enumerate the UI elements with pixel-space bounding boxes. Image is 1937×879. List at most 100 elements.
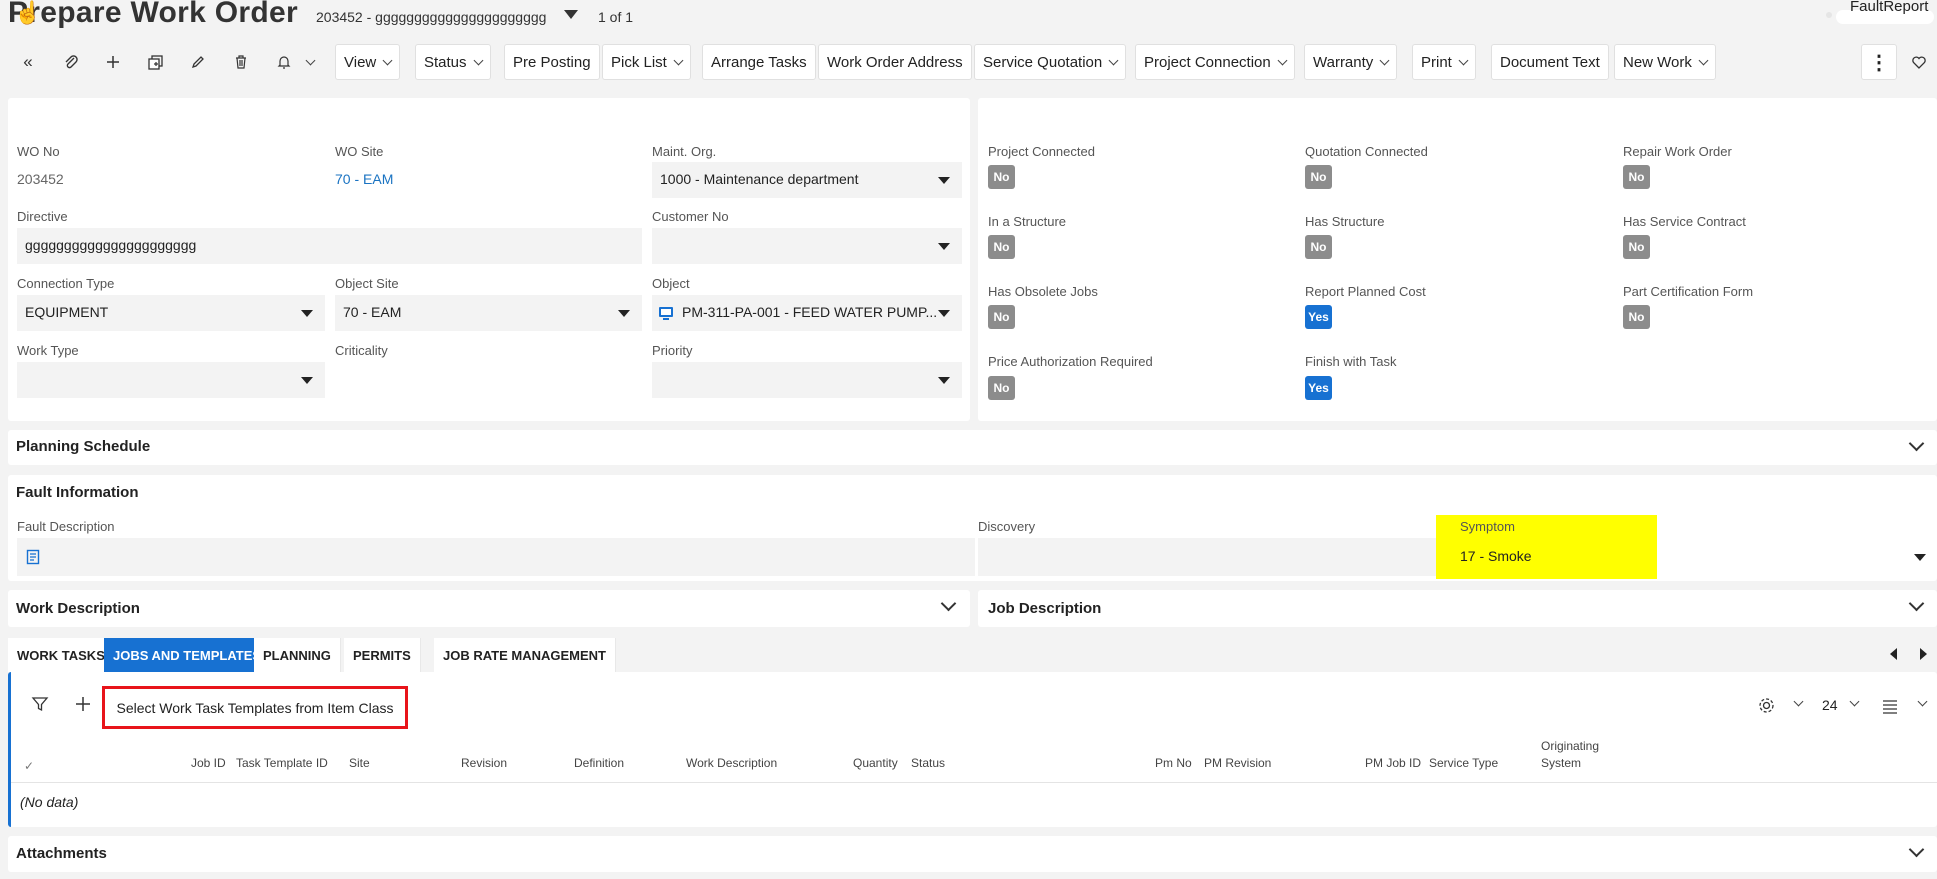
fault-report-label[interactable]: FaultReport [1850,0,1928,15]
page-title: Prepare Work Order [8,0,298,29]
work-order-address-button[interactable]: Work Order Address [818,44,972,80]
tab-permits[interactable]: PERMITS [344,638,421,672]
chevron-down-icon [1458,55,1469,65]
chevron-down-icon [1379,55,1390,65]
column-header-system[interactable]: System [1541,756,1581,770]
new-work-button[interactable]: New Work [1614,44,1716,80]
work-description-section[interactable]: Work Description [8,590,970,627]
select-all-check-icon[interactable]: ✓ [24,759,34,773]
chevron-down-icon[interactable] [1908,595,1925,612]
flag-label: Project Connected [988,144,1095,159]
object-site-field[interactable]: 70 - EAM [335,295,642,331]
fault-description-field[interactable] [17,538,975,576]
job-description-section[interactable]: Job Description [978,590,1937,627]
warranty-button[interactable]: Warranty [1304,44,1398,80]
column-header-quantity[interactable]: Quantity [853,756,898,770]
column-header-status[interactable]: Status [911,756,945,770]
favorite-heart-icon[interactable] [1907,50,1931,74]
wo-no-value: 203452 [17,171,64,187]
column-header-originating[interactable]: Originating [1541,739,1599,753]
service-quotation-button-label: Service Quotation [983,53,1103,71]
column-header-service-type[interactable]: Service Type [1429,756,1498,770]
directive-label: Directive [17,209,68,224]
page-size-value[interactable]: 24 [1822,697,1838,713]
select-work-task-templates-label: Select Work Task Templates from Item Cla… [116,699,394,716]
gear-dropdown-chevron-icon[interactable] [1793,696,1804,707]
chevron-down-icon[interactable] [940,595,957,612]
filter-icon[interactable] [31,695,49,713]
print-button[interactable]: Print [1412,44,1476,80]
edit-icon[interactable] [186,50,210,74]
column-header-pm-revision[interactable]: PM Revision [1204,756,1271,770]
has-obsolete-jobs-badge: No [988,305,1015,329]
document-text-button[interactable]: Document Text [1491,44,1609,80]
priority-field[interactable] [652,362,962,398]
job-description-title: Job Description [988,600,1102,617]
delete-icon[interactable] [229,50,253,74]
document-icon[interactable] [26,549,40,565]
customer-no-label: Customer No [652,209,729,224]
tab-planning[interactable]: PLANNING [254,638,341,672]
collapse-icon[interactable]: « [16,50,40,74]
column-header-revision[interactable]: Revision [461,756,507,770]
chevron-down-icon [1698,55,1709,65]
add-icon[interactable] [101,50,125,74]
view-button-label: View [344,53,377,71]
column-header-work-description[interactable]: Work Description [686,756,777,770]
tab-work-tasks[interactable]: WORK TASKS [8,638,115,672]
status-button[interactable]: Status [415,44,491,80]
select-work-task-templates-button[interactable]: Select Work Task Templates from Item Cla… [102,686,408,729]
maint-org-field[interactable]: 1000 - Maintenance department [652,162,962,198]
add-icon[interactable] [75,696,91,712]
work-type-field[interactable] [17,362,325,398]
attachments-section[interactable]: Attachments [8,836,1937,872]
tab-job-rate-management[interactable]: JOB RATE MANAGEMENT [434,638,616,672]
record-dropdown-caret-icon[interactable] [564,10,578,19]
flag-label: Has Service Contract [1623,214,1746,229]
tab-scroll-left-icon[interactable] [1890,648,1897,660]
bell-dropdown-chevron-icon[interactable] [298,50,322,74]
project-connected-badge: No [988,165,1015,189]
chevron-down-icon [382,55,393,65]
column-header-task-template-id[interactable]: Task Template ID [236,756,328,770]
chevron-down-icon[interactable] [1908,435,1925,452]
column-header-definition[interactable]: Definition [574,756,624,770]
chevron-down-icon[interactable] [1908,841,1925,858]
planning-schedule-section[interactable]: Planning Schedule [8,430,1937,465]
finish-with-task-badge: Yes [1305,376,1332,400]
attachment-icon[interactable] [59,50,83,74]
project-connection-button-label: Project Connection [1144,53,1271,71]
customer-no-field[interactable] [652,228,962,264]
gear-icon[interactable] [1758,697,1775,714]
command-toolbar: « View Status Pre Posting Pick List Arra… [0,44,1937,80]
duplicate-icon[interactable] [143,50,167,74]
column-header-site[interactable]: Site [349,756,370,770]
tab-scroll-right-icon[interactable] [1920,648,1927,660]
dropdown-caret-icon [301,310,313,317]
connection-type-field[interactable]: EQUIPMENT [17,295,325,331]
column-header-pm-no[interactable]: Pm No [1155,756,1192,770]
service-quotation-button[interactable]: Service Quotation [974,44,1127,80]
pick-list-button[interactable]: Pick List [602,44,691,80]
discovery-field[interactable] [978,538,1452,576]
pre-posting-button[interactable]: Pre Posting [504,44,600,80]
wo-site-link[interactable]: 70 - EAM [335,171,393,187]
column-header-pm-job-id[interactable]: PM Job ID [1365,756,1421,770]
page-size-chevron-icon[interactable] [1849,696,1860,707]
column-header-job-id[interactable]: Job ID [191,756,226,770]
record-selector[interactable]: 203452 - gggggggggggggggggggggg [316,9,546,25]
symptom-field[interactable]: 17 - Smoke [1460,538,1932,576]
list-view-chevron-icon[interactable] [1917,696,1928,707]
dropdown-caret-icon [618,310,630,317]
object-value: PM-311-PA-001 - FEED WATER PUMP... [682,304,938,320]
view-button[interactable]: View [335,44,401,80]
dropdown-caret-icon [938,177,950,184]
object-field[interactable]: PM-311-PA-001 - FEED WATER PUMP... [652,295,962,331]
bell-icon[interactable] [272,50,296,74]
list-view-icon[interactable] [1881,698,1899,714]
arrange-tasks-button[interactable]: Arrange Tasks [702,44,816,80]
directive-field[interactable]: gggggggggggggggggggggg [17,228,642,264]
project-connection-button[interactable]: Project Connection [1135,44,1295,80]
tab-jobs-and-templates[interactable]: JOBS AND TEMPLATES [104,638,272,672]
more-options-icon[interactable]: ⋮ [1861,44,1897,80]
